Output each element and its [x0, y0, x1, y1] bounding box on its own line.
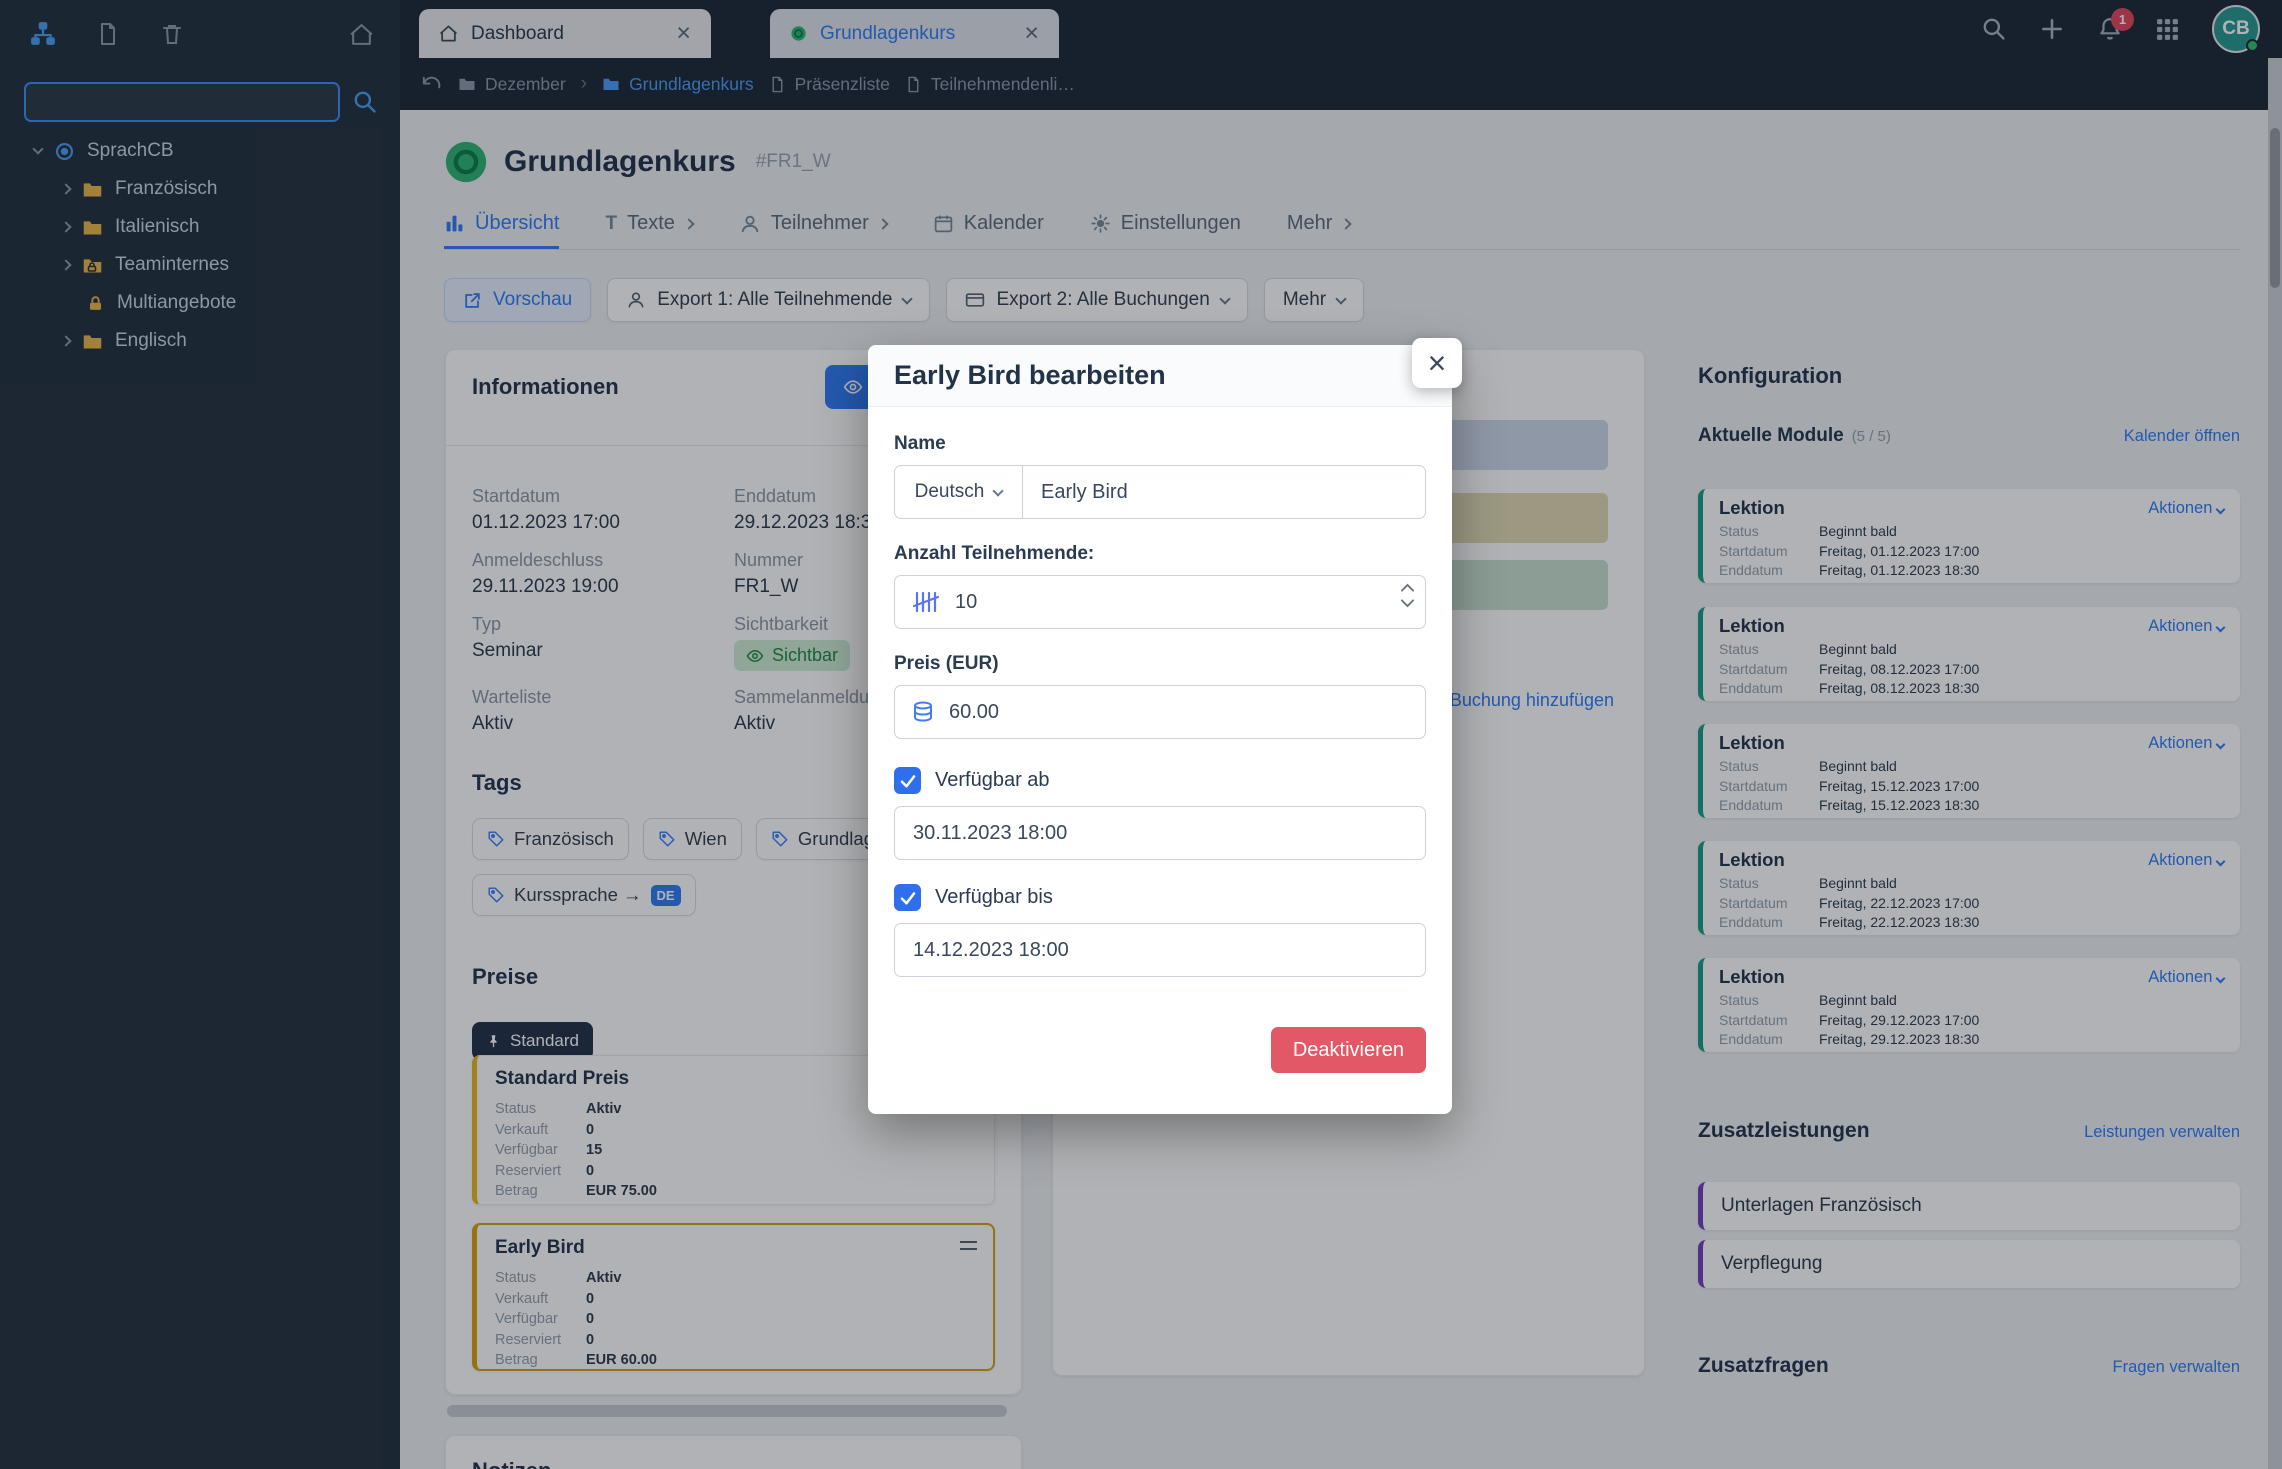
number-stepper [1400, 582, 1415, 609]
available-until-input[interactable]: 14.12.2023 18:00 [894, 923, 1426, 977]
check-icon [899, 889, 917, 907]
price-input[interactable]: 60.00 [894, 685, 1426, 739]
available-until-row: Verfügbar bis [894, 884, 1426, 911]
modal-title: Early Bird bearbeiten [894, 360, 1166, 391]
language-select[interactable]: Deutsch [895, 466, 1023, 518]
count-value: 10 [955, 591, 977, 614]
count-input[interactable]: 10 [894, 575, 1426, 629]
name-label: Name [894, 433, 1426, 455]
price-label: Preis (EUR) [894, 653, 1426, 675]
name-input-group: Deutsch Early Bird [894, 465, 1426, 519]
modal-footer: Deaktivieren [894, 1027, 1426, 1073]
available-from-input[interactable]: 30.11.2023 18:00 [894, 806, 1426, 860]
available-from-value: 30.11.2023 18:00 [913, 822, 1067, 845]
available-until-checkbox[interactable] [894, 884, 921, 911]
deactivate-button[interactable]: Deaktivieren [1271, 1027, 1426, 1073]
available-from-checkbox[interactable] [894, 767, 921, 794]
app-root: SprachCB Französisch Italienisch Teamint… [0, 0, 2282, 1469]
stepper-up-icon[interactable] [1400, 582, 1415, 593]
modal-body: Name Deutsch Early Bird Anzahl Teilnehme… [868, 407, 1452, 1073]
check-icon [899, 772, 917, 790]
name-value: Early Bird [1041, 481, 1128, 504]
name-input[interactable]: Early Bird [1023, 466, 1425, 518]
available-until-value: 14.12.2023 18:00 [913, 939, 1069, 962]
available-from-label: Verfügbar ab [935, 769, 1050, 792]
modal-header: Early Bird bearbeiten [868, 345, 1452, 407]
available-until-label: Verfügbar bis [935, 886, 1053, 909]
available-from-row: Verfügbar ab [894, 767, 1426, 794]
count-label: Anzahl Teilnehmende: [894, 543, 1426, 565]
edit-price-modal: Early Bird bearbeiten Name Deutsch Early… [868, 345, 1452, 1114]
chevron-down-icon [993, 485, 1004, 496]
modal-close-button[interactable]: × [1412, 338, 1462, 388]
tally-icon [911, 590, 941, 614]
language-value: Deutsch [915, 481, 985, 503]
stepper-down-icon[interactable] [1400, 598, 1415, 609]
coins-icon [911, 700, 935, 724]
price-value: 60.00 [949, 701, 999, 724]
close-icon: × [1428, 345, 1447, 382]
